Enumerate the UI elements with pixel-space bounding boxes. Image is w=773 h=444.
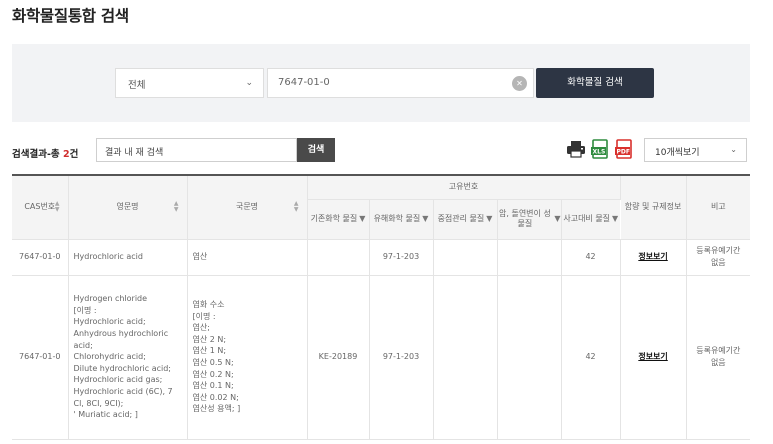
cell-toxic: 97-1-203 <box>369 239 434 276</box>
filter-icon[interactable]: ▼ <box>422 214 428 224</box>
info-view-link[interactable]: 정보보기 <box>638 252 667 261</box>
th-cas[interactable]: CAS번호 ▲ ▼ <box>12 174 69 240</box>
cell-info: 정보보기 <box>620 239 687 276</box>
sort-icon[interactable]: ▲ ▼ <box>294 201 299 213</box>
cell-cas: 7647-01-0 <box>12 239 69 276</box>
table-row: 7647-01-0 Hydrogen chloride [이명 : Hydroc… <box>12 275 751 440</box>
page-title: 화학물질통합 검색 <box>12 7 129 25</box>
category-select[interactable]: 전체 ⌄ <box>115 68 264 98</box>
svg-text:PDF: PDF <box>617 149 630 156</box>
sort-icon[interactable]: ▲ ▼ <box>55 201 60 213</box>
pdf-export-icon[interactable]: PDF <box>614 139 634 159</box>
page-size-value: 10개씩보기 <box>655 148 700 158</box>
inner-search-button[interactable]: 검색 <box>297 138 335 162</box>
search-input-value: 7647-01-0 <box>278 77 330 88</box>
th-kr-name-label: 국문명 <box>235 202 259 212</box>
result-count-suffix: 건 <box>69 149 79 160</box>
inner-search-placeholder: 결과 내 재 검색 <box>105 148 164 158</box>
th-priority-label: 중점관리 물질 <box>437 214 485 223</box>
print-icon[interactable] <box>566 139 586 159</box>
result-count-number: 2 <box>62 149 70 160</box>
chevron-down-icon: ⌄ <box>730 145 737 154</box>
cell-info: 정보보기 <box>620 275 687 440</box>
result-count: 검색결과-총 2건 <box>12 146 78 160</box>
chevron-down-icon: ⌄ <box>245 78 253 88</box>
cell-existing: KE-20189 <box>307 275 370 440</box>
clear-icon[interactable]: ✕ <box>512 76 527 91</box>
cell-priority <box>433 239 498 276</box>
cell-remark: 등록유예기간 없음 <box>686 239 751 276</box>
th-carcinogen-label: 암, 돌연변이 성 물질 <box>499 209 551 228</box>
result-count-label: 검색결과-총 <box>12 149 63 160</box>
th-en-name[interactable]: 영문명 ▲ ▼ <box>68 174 188 240</box>
search-panel: 전체 ⌄ 7647-01-0 ✕ 화학물질 검색 <box>12 44 750 122</box>
th-remark: 비고 <box>686 174 751 240</box>
th-unique-no: 고유번호 <box>307 174 621 200</box>
cell-existing <box>307 239 370 276</box>
th-en-name-label: 영문명 <box>116 202 139 212</box>
th-kr-name[interactable]: 국문명 ▲ ▼ <box>187 174 308 240</box>
category-select-value: 전체 <box>128 80 146 91</box>
cell-kr-name: 염화 수소 [이명 : 염산; 염산 2 N; 염산 1 N; 염산 0.5 N… <box>187 275 308 440</box>
th-existing-label: 기존화학 물질 <box>310 214 358 223</box>
cell-en-name: Hydrogen chloride [이명 : Hydrochloric aci… <box>68 275 188 440</box>
chemical-search-button[interactable]: 화학물질 검색 <box>536 68 654 98</box>
th-priority[interactable]: 중점관리 물질 ▼ <box>433 199 498 240</box>
cell-accident: 42 <box>561 239 621 276</box>
cell-priority <box>433 275 498 440</box>
cell-kr-name: 염산 <box>187 239 308 276</box>
table-row: 7647-01-0 Hydrochloric acid 염산 97-1-203 … <box>12 239 751 276</box>
th-content-reg: 함량 및 규제정보 <box>620 174 687 240</box>
th-carcinogen[interactable]: 암, 돌연변이 성 물질 ▼ <box>497 199 562 240</box>
cell-remark: 등록유예기간 없음 <box>686 275 751 440</box>
svg-text:XLS: XLS <box>593 149 606 156</box>
th-toxic-label: 유해화학 물질 <box>373 214 421 223</box>
results-table: CAS번호 ▲ ▼ 영문명 ▲ ▼ 국문명 ▲ ▼ 고유번호 함량 및 규제정보 비고 기존… <box>12 174 751 440</box>
th-accident[interactable]: 사고대비 물질 ▼ <box>561 199 621 240</box>
th-existing[interactable]: 기존화학 물질 ▼ <box>307 199 370 240</box>
cell-toxic: 97-1-203 <box>369 275 434 440</box>
info-view-link[interactable]: 정보보기 <box>638 352 667 361</box>
th-cas-label: CAS번호 <box>24 202 56 212</box>
filter-icon[interactable]: ▼ <box>612 214 618 224</box>
page-size-select[interactable]: 10개씩보기 ⌄ <box>644 138 747 162</box>
cell-en-name: Hydrochloric acid <box>68 239 188 276</box>
search-input[interactable]: 7647-01-0 ✕ <box>267 68 534 98</box>
cell-cas: 7647-01-0 <box>12 275 69 440</box>
cell-carcinogen <box>497 239 562 276</box>
filter-icon[interactable]: ▼ <box>554 214 560 224</box>
excel-export-icon[interactable]: XLS <box>590 139 610 159</box>
cell-accident: 42 <box>561 275 621 440</box>
filter-icon[interactable]: ▼ <box>486 214 492 224</box>
th-accident-label: 사고대비 물질 <box>563 214 611 223</box>
filter-icon[interactable]: ▼ <box>359 214 365 224</box>
sort-icon[interactable]: ▲ ▼ <box>174 201 179 213</box>
inner-search-input[interactable]: 결과 내 재 검색 <box>96 138 297 162</box>
cell-carcinogen <box>497 275 562 440</box>
th-toxic[interactable]: 유해화학 물질 ▼ <box>369 199 434 240</box>
